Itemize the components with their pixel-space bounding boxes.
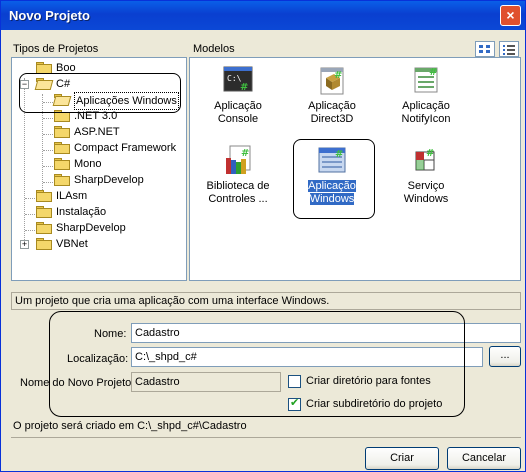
console-app-icon: C:\ # — [222, 64, 254, 96]
large-icons-icon — [479, 45, 490, 53]
browse-button[interactable]: ... — [489, 346, 521, 367]
folder-icon — [36, 238, 52, 250]
folder-icon — [54, 126, 70, 138]
close-button[interactable]: × — [500, 5, 521, 26]
folder-icon — [54, 142, 70, 154]
highlight-annotation-template — [293, 139, 375, 219]
notifyicon-app-icon: # — [410, 64, 442, 96]
new-project-dialog: Novo Projeto × Tipos de Projetos Modelos… — [0, 0, 526, 472]
large-icons-view-button[interactable] — [475, 41, 495, 57]
close-icon: × — [506, 7, 515, 23]
folder-icon — [36, 206, 52, 218]
folder-icon — [36, 62, 52, 74]
direct3d-app-icon: # — [316, 64, 348, 96]
folder-icon — [36, 222, 52, 234]
list-view-button[interactable] — [499, 41, 519, 57]
templates-label: Modelos — [193, 43, 235, 55]
template-control-library[interactable]: # Biblioteca de Controles ... — [196, 144, 280, 206]
cancel-button[interactable]: Cancelar — [447, 447, 521, 470]
template-console-app[interactable]: C:\ # Aplicação Console — [196, 64, 280, 126]
expand-icon[interactable]: + — [20, 240, 29, 249]
highlight-annotation-tree — [19, 73, 181, 113]
template-direct3d-app[interactable]: # Aplicação Direct3D — [290, 64, 374, 126]
svg-text:#: # — [334, 70, 342, 81]
list-view-icon — [503, 45, 515, 55]
control-library-icon: # — [222, 144, 254, 176]
windows-service-icon: # — [410, 144, 442, 176]
divider — [11, 437, 521, 438]
svg-text:#: # — [241, 148, 249, 159]
folder-icon — [54, 174, 70, 186]
target-path-status: O projeto será criado em C:\_shpd_c#\Cad… — [13, 420, 247, 432]
folder-icon — [54, 158, 70, 170]
svg-text:#: # — [240, 82, 248, 93]
create-button[interactable]: Criar — [365, 447, 439, 470]
project-types-label: Tipos de Projetos — [13, 43, 99, 55]
title-bar[interactable]: Novo Projeto × — [1, 1, 525, 30]
template-notifyicon-app[interactable]: # Aplicação NotifyIcon — [384, 64, 468, 126]
svg-text:#: # — [426, 148, 434, 159]
template-windows-service[interactable]: # Serviço Windows — [384, 144, 468, 206]
folder-icon — [36, 190, 52, 202]
highlight-annotation-form — [49, 311, 465, 417]
template-description: Um projeto que cria uma aplicação com um… — [11, 292, 521, 310]
svg-text:#: # — [429, 67, 437, 78]
window-title: Novo Projeto — [9, 8, 90, 23]
